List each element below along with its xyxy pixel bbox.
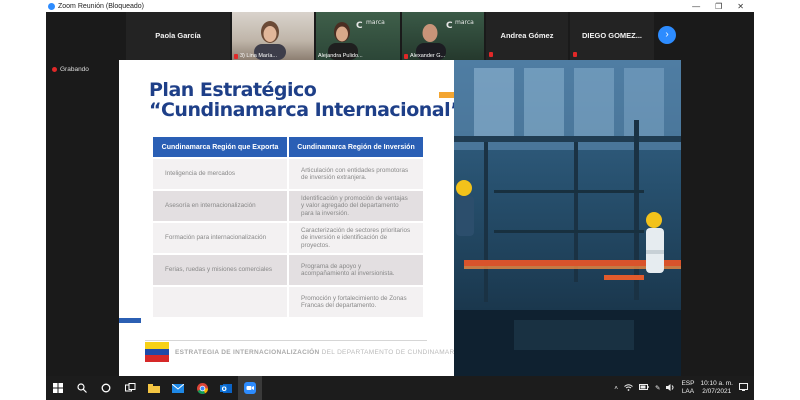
volume-icon[interactable] [666, 383, 675, 393]
strategy-table: Cundinamarca Región que Exporta Cundinam… [153, 137, 423, 317]
recording-dot-icon [52, 67, 57, 72]
svg-text:marca: marca [455, 19, 474, 26]
chrome-icon[interactable] [190, 376, 214, 400]
clock-time: 10:10 a. m. [700, 380, 733, 387]
steel-plant-illustration [454, 60, 681, 376]
zoom-window: Zoom Reunión (Bloqueado) — ❐ ✕ Paola Gar… [46, 0, 754, 400]
window-title: Zoom Reunión (Bloqueado) [58, 2, 144, 10]
table-cell: Identificación y promoción de ventajas y… [289, 191, 423, 221]
close-button[interactable]: ✕ [737, 2, 744, 11]
table-cell: Formación para internacionalización [153, 223, 287, 253]
table-cell [153, 287, 287, 317]
next-participants-button[interactable]: › [658, 26, 676, 44]
svg-text:C: C [446, 21, 453, 31]
table-cell: Inteligencia de mercados [153, 159, 287, 189]
column-header-investment: Cundinamarca Región de Inversión [289, 137, 423, 157]
mic-muted-icon [489, 52, 493, 57]
table-cell: Ferias, ruedas y misiones comerciales [153, 255, 287, 285]
table-cell: Asesoría en internacionalización [153, 191, 287, 221]
file-explorer-icon[interactable] [142, 376, 166, 400]
participant-tile[interactable]: DIEGO GOMEZ... [570, 12, 654, 60]
table-row: Ferias, ruedas y misiones comerciales Pr… [153, 255, 423, 285]
windows-taskbar: O ˄ ✎ ESP LAA 10:10 a. m. 2/07/2021 [46, 376, 754, 400]
slide-title: Plan Estratégico “Cundinamarca Internaci… [149, 79, 463, 121]
blue-accent-bar [119, 318, 141, 323]
svg-text:O: O [222, 386, 227, 393]
clock[interactable]: 10:10 a. m. 2/07/2021 [700, 380, 733, 396]
participant-name: 3) Lina María... [240, 53, 277, 59]
table-cell: Caracterización de sectores prioritarios… [289, 223, 423, 253]
table-header: Cundinamarca Región que Exporta Cundinam… [153, 137, 423, 157]
table-row: Promoción y fortalecimiento de Zonas Fra… [153, 287, 423, 317]
input-language[interactable]: ESP LAA [681, 380, 694, 396]
mic-muted-icon [404, 53, 408, 59]
participant-tile[interactable]: Andrea Gómez [486, 12, 568, 60]
notifications-icon[interactable] [739, 383, 748, 393]
cundinamarca-flag [145, 342, 169, 362]
shared-slide: Plan Estratégico “Cundinamarca Internaci… [119, 60, 681, 376]
participant-name: DIEGO GOMEZ... [581, 31, 642, 40]
svg-text:C: C [356, 21, 363, 31]
restore-button[interactable]: ❐ [715, 2, 722, 11]
wifi-icon[interactable] [624, 383, 633, 393]
zoom-icon[interactable] [238, 376, 262, 400]
cortana-icon[interactable] [94, 376, 118, 400]
svg-text:marca: marca [366, 19, 385, 26]
industrial-photo [454, 60, 681, 376]
system-tray: ˄ ✎ ESP LAA 10:10 a. m. 2/07/2021 [614, 380, 754, 396]
search-icon[interactable] [70, 376, 94, 400]
participants-strip: Paola García 3) Lina María... C marca Al… [46, 12, 754, 60]
recording-label: Grabando [60, 66, 89, 73]
column-header-export: Cundinamarca Región que Exporta [153, 137, 287, 157]
participant-video[interactable]: C marca Alexander G... [402, 12, 484, 60]
mic-muted-icon [573, 52, 577, 57]
zoom-app-icon [48, 2, 55, 10]
mic-muted-icon [234, 53, 238, 59]
mail-icon[interactable] [166, 376, 190, 400]
windows-start-icon[interactable] [46, 376, 70, 400]
footer-divider [145, 340, 427, 341]
chevron-right-icon: › [665, 29, 669, 40]
table-row: Inteligencia de mercados Articulación co… [153, 159, 423, 189]
participant-name: Alexander G... [410, 53, 446, 59]
participant-name: Paola García [155, 31, 201, 40]
task-view-icon[interactable] [118, 376, 142, 400]
table-row: Asesoría en internacionalización Identif… [153, 191, 423, 221]
table-cell: Articulación con entidades promotoras de… [289, 159, 423, 189]
participant-name: Alejandra Pulido... [318, 53, 363, 59]
clock-date: 2/07/2021 [702, 388, 732, 395]
minimize-button[interactable]: — [692, 2, 700, 11]
recording-indicator[interactable]: Grabando [52, 66, 89, 73]
chevron-up-icon[interactable]: ˄ [614, 385, 618, 392]
table-row: Formación para internacionalización Cara… [153, 223, 423, 253]
outlook-icon[interactable]: O [214, 376, 238, 400]
title-bar: Zoom Reunión (Bloqueado) — ❐ ✕ [46, 0, 754, 12]
participant-tile[interactable]: Paola García [126, 12, 230, 60]
table-cell: Promoción y fortalecimiento de Zonas Fra… [289, 287, 423, 317]
participant-video[interactable]: 3) Lina María... [232, 12, 314, 60]
participant-name: Andrea Gómez [500, 31, 554, 40]
table-cell: Programa de apoyo y acompañamiento al in… [289, 255, 423, 285]
participant-video[interactable]: C marca Alejandra Pulido... [316, 12, 400, 60]
battery-icon[interactable] [639, 384, 649, 392]
pen-icon[interactable]: ✎ [655, 384, 660, 392]
